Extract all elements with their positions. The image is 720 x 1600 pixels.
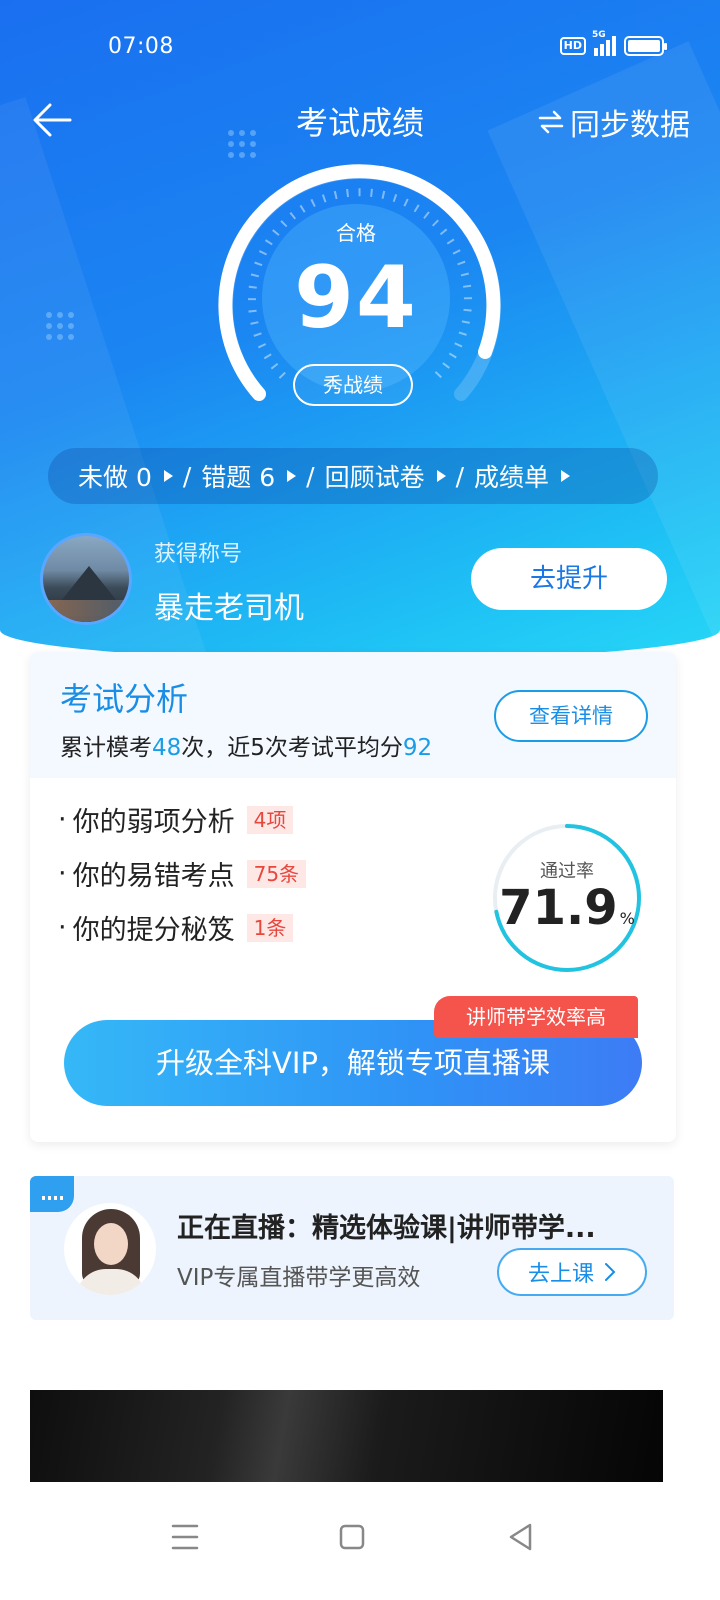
quick-link-wrong[interactable]: 错题 6 [201,458,297,494]
status-icons: HD 5G [559,30,667,56]
item-label: 你的提分秘笈 [72,915,235,946]
count-badge: 4项 [246,805,294,834]
pass-status: 合格 [336,221,376,245]
item-label: 你的易错考点 [72,861,235,892]
system-nav-bar [0,1490,720,1600]
sync-data-button[interactable]: 同步数据 [538,100,690,144]
count-badge: 1条 [246,913,294,942]
weakness-analysis-item[interactable]: · 你的弱项分析 4项 [58,800,294,839]
play-arrow-icon [436,470,446,482]
quick-link-label: 未做 0 [78,463,152,492]
avatar[interactable] [40,533,132,625]
live-class-card[interactable]: 正在直播：精选体验课|讲师带学... VIP专属直播带学更高效 去上课 [30,1176,674,1320]
card-title: 考试分析 [60,680,189,718]
earned-title-label: 获得称号 [154,542,243,567]
view-details-button[interactable]: 查看详情 [494,690,648,742]
decor-dots [46,312,74,340]
average-score: 92 [402,735,433,761]
live-subtitle: VIP专属直播带学更高效 [177,1265,421,1291]
separator: / [182,461,192,491]
network-type: 5G [592,30,606,40]
quick-links-bar: 未做 0 / 错题 6 / 回顾试卷 / 成绩单 [48,448,658,504]
video-banner[interactable] [30,1390,663,1482]
menu-icon[interactable] [160,1512,210,1562]
total-exams: 48 [152,735,182,761]
swap-icon [538,110,564,134]
sync-data-label: 同步数据 [570,108,690,143]
separator: / [455,461,465,491]
signal-icon: 5G [592,30,616,56]
teacher-avatar [64,1203,156,1295]
join-class-label: 去上课 [527,1262,594,1287]
play-arrow-icon [561,470,571,482]
earned-title-name: 暴走老司机 [154,591,304,626]
status-bar: 07:08 HD 5G [0,30,720,66]
quick-link-label: 错题 6 [201,463,276,492]
show-score-button[interactable]: 秀战绩 [293,364,413,406]
status-time: 07:08 [108,34,174,59]
quick-link-label: 回顾试卷 [324,463,425,492]
back-nav-icon[interactable] [496,1512,546,1562]
home-icon[interactable] [327,1512,377,1562]
quick-link-review[interactable]: 回顾试卷 [325,458,446,494]
play-arrow-icon [163,470,173,482]
separator: / [306,461,315,491]
error-prone-item[interactable]: · 你的易错考点 75条 [58,854,307,893]
improve-button[interactable]: 去提升 [471,548,667,610]
nav-bar: 考试成绩 同步数据 [0,96,720,146]
count-badge: 75条 [246,859,307,888]
promo-badge: 讲师带学效率高 [434,996,638,1038]
quick-link-report[interactable]: 成绩单 [474,458,571,494]
item-label: 你的弱项分析 [72,807,235,838]
quick-link-undone[interactable]: 未做 0 [78,458,173,494]
exam-analysis-card: 考试分析 累计模考48次，近5次考试平均分92 查看详情 · 你的弱项分析 4项 ·… [30,652,676,1142]
join-class-button[interactable]: 去上课 [497,1248,647,1296]
score-value: 94 [294,248,418,348]
live-indicator-icon [30,1176,74,1212]
exam-summary: 累计模考48次，近5次考试平均分92 [60,735,433,761]
card-header: 考试分析 累计模考48次，近5次考试平均分92 查看详情 [30,652,676,778]
hd-icon: HD [559,37,586,55]
play-arrow-icon [287,470,297,482]
pass-rate-value: 71.9% [499,880,635,936]
battery-icon [624,36,667,56]
score-tips-item[interactable]: · 你的提分秘笈 1条 [58,908,294,947]
live-title: 正在直播：精选体验课|讲师带学... [177,1213,596,1244]
quick-link-label: 成绩单 [474,463,550,492]
score-gauge: 合格 94 秀战绩 [211,162,501,412]
chevron-right-icon [605,1263,616,1281]
